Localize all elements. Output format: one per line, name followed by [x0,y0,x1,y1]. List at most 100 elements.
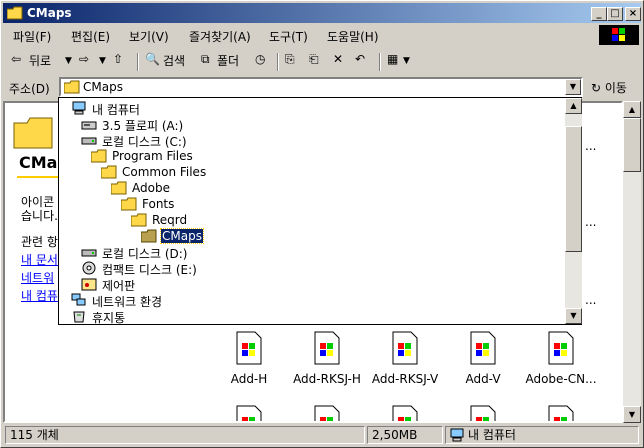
floppy-icon [81,121,97,130]
forward-dropdown-icon[interactable]: ▼ [99,56,106,66]
file-item[interactable]: Add-RKSJ-V [365,331,445,386]
forward-button[interactable]: ⇨ [79,52,89,66]
maximize-button[interactable]: □ [607,7,623,21]
up-folder-icon[interactable]: ⇧ [113,52,123,66]
file-item[interactable]: Add-RKSJ-H [287,331,367,386]
back-arrow-icon[interactable]: ⇦ [11,52,21,66]
toolbar-separator [277,53,279,71]
link-my-computer[interactable]: 내 컴퓨 [21,287,58,304]
dropdown-item-label: 로컬 디스크 (D:) [102,247,188,261]
file-item[interactable]: Adobe-CN... [521,331,601,386]
address-label: 주소(D) [9,82,50,96]
dropdown-list: 내 컴퓨터 3.5 플로피 (A:) 로컬 디스크 (C:) Program F… [59,98,565,324]
dropdown-item-label: CMaps [160,228,204,244]
file-name: Add-V [465,372,501,386]
folder-icon [64,80,80,94]
file-item[interactable]: Add-H [209,331,289,386]
toolbar-separator [379,53,381,71]
folder-icon [7,6,23,20]
computer-icon [450,428,464,442]
go-button[interactable]: ↻ 이동 [591,79,627,96]
menu-help[interactable]: 도움말(H) [327,28,379,45]
title-underline [17,176,61,178]
truncated-label: ... [585,293,597,307]
file-name: Adobe-CN... [525,372,597,386]
address-value: CMaps [83,80,123,94]
file-icon [392,331,418,365]
go-arrow-icon: ↻ [591,81,602,95]
menu-favorites[interactable]: 즐겨찾기(A) [189,28,251,45]
menu-file[interactable]: 파일(F) [13,28,51,45]
status-location: 내 컴퓨터 [445,426,639,444]
move-to-icon[interactable]: ⎘ [285,52,295,67]
copy-to-icon[interactable]: ⎗ [309,52,319,67]
folder-icon [111,181,127,195]
menu-view[interactable]: 보기(V) [129,28,169,45]
file-name: Add-RKSJ-V [371,372,439,386]
minimize-button[interactable]: _ [591,7,607,21]
address-dropdown[interactable]: 내 컴퓨터 3.5 플로피 (A:) 로컬 디스크 (C:) Program F… [58,97,582,325]
scroll-down-icon[interactable]: ▼ [565,308,582,324]
views-icon[interactable]: ▦ [387,52,398,66]
file-icon [392,405,418,421]
dropdown-item-label: Reqrd [152,213,188,227]
status-location-label: 내 컴퓨터 [468,428,516,442]
dropdown-item-label: 로컬 디스크 (C:) [102,135,187,149]
dropdown-item-label: Adobe [132,181,170,195]
scroll-down-icon[interactable]: ▼ [623,406,641,423]
link-network[interactable]: 네트워 [21,269,54,286]
drive-icon [81,249,97,257]
menu-bar: 파일(F) 편집(E) 보기(V) 즐겨찾기(A) 도구(T) 도움말(H) [3,25,641,47]
dropdown-item-label: Fonts [142,197,175,211]
search-icon[interactable]: 🔍 [145,52,160,66]
search-button[interactable]: 검색 [163,52,185,69]
file-icon [548,405,574,421]
folders-icon[interactable]: ⧉ [201,52,210,67]
menu-tools[interactable]: 도구(T) [269,28,308,45]
network-icon [71,293,86,306]
file-name: Add-H [230,372,268,386]
menu-edit[interactable]: 편집(E) [71,28,110,45]
truncated-label: ... [585,215,597,229]
file-icon [470,405,496,421]
file-icon [548,331,574,365]
chevron-down-icon[interactable]: ▼ [565,79,581,95]
link-my-documents[interactable]: 내 문서 [21,251,58,268]
file-name: Add-RKSJ-H [293,372,361,386]
computer-icon [72,101,86,115]
scroll-up-icon[interactable]: ▲ [623,101,641,118]
control-panel-icon [81,278,97,291]
address-bar: 주소(D) CMaps ▼ ↻ 이동 [3,75,641,99]
history-icon[interactable]: ◷ [255,52,265,66]
dropdown-scrollbar[interactable]: ▲ ▼ [565,98,582,324]
file-item[interactable]: Add-V [443,331,523,386]
file-icon [314,405,340,421]
content-scrollbar[interactable]: ▲ ▼ [623,101,641,423]
dropdown-item-label: 네트워크 환경 [92,295,163,309]
close-button[interactable]: × [625,7,641,21]
scroll-up-icon[interactable]: ▲ [565,98,582,114]
description-text: 습니다. [21,209,58,223]
back-dropdown-icon[interactable]: ▼ [65,56,72,66]
delete-icon[interactable]: ✕ [333,52,343,66]
recycle-bin-icon [73,311,85,323]
scroll-thumb[interactable] [565,126,582,252]
undo-icon[interactable]: ↶ [355,52,365,66]
scroll-thumb[interactable] [623,118,641,172]
address-input[interactable]: CMaps ▼ [59,77,583,97]
dropdown-item-label: 내 컴퓨터 [92,103,140,117]
explorer-window: CMaps _ □ × 파일(F) 편집(E) 보기(V) 즐겨찾기(A) 도구… [0,0,644,448]
views-dropdown-icon[interactable]: ▼ [403,56,410,66]
folders-button[interactable]: 폴더 [217,52,239,69]
title-bar[interactable]: CMaps _ □ × [3,3,641,23]
status-size: 2,50MB [367,426,443,444]
cdrom-icon [82,261,96,275]
folder-icon [91,149,107,163]
back-button[interactable]: 뒤로 [29,52,51,69]
dropdown-item-label: 휴지통 [92,311,126,324]
folder-icon [13,117,53,149]
toolbar-separator [137,53,139,71]
folder-icon [101,165,117,179]
status-count: 115 개체 [5,426,365,444]
toolbar: ⇦ 뒤로 ▼ ⇨ ▼ ⇧ 🔍 검색 ⧉ 폴더 ◷ ⎘ ⎗ ✕ ↶ ▦ ▼ [3,49,641,73]
